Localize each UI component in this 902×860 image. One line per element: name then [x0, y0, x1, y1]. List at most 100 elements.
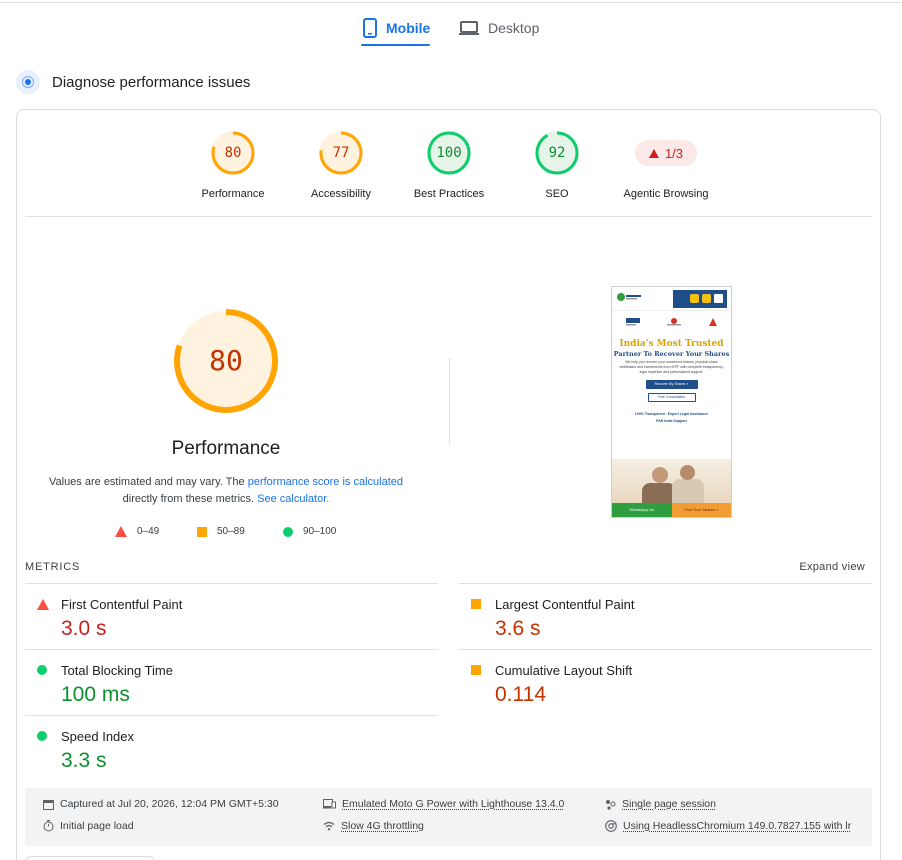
note-text: Values are estimated and may vary. The	[49, 476, 248, 488]
screenshot-cta-secondary: Free Consultation	[648, 393, 696, 402]
partner-logos	[612, 311, 731, 333]
mail-icon	[702, 294, 711, 303]
top-divider	[0, 2, 902, 3]
gauge-ring: 100	[426, 130, 472, 176]
screenshot-badge-1: 100% Transparent · Expert Legal Assistan…	[612, 410, 731, 418]
page-session-text: Single page session	[622, 798, 716, 810]
gauges-divider	[25, 216, 872, 217]
gauge-label: Accessibility	[286, 188, 396, 200]
legend-pass: 90–100	[283, 526, 336, 537]
metric-label: Total Blocking Time	[61, 663, 173, 678]
score-gauge-best-practices[interactable]: 100 Best Practices	[394, 130, 504, 200]
score-gauge-accessibility[interactable]: 77 Accessibility	[286, 130, 396, 200]
partner-logo-2	[667, 318, 681, 327]
screenshot-heading: India's Most Trusted	[612, 339, 731, 349]
circle-icon	[283, 527, 293, 537]
square-icon	[471, 599, 481, 609]
score-calculated-link[interactable]: performance score is calculated	[248, 476, 403, 488]
triangle-icon	[649, 149, 659, 158]
legend-pass-range: 90–100	[303, 526, 336, 537]
gauge-label: Best Practices	[394, 188, 504, 200]
captured-at: Captured at Jul 20, 2026, 12:04 PM GMT+5…	[43, 798, 279, 810]
score-gauge-performance[interactable]: 80 Performance	[178, 130, 288, 200]
diagnose-icon	[16, 70, 40, 94]
browser-version[interactable]: Using HeadlessChromium 149.0.7827.155 wi…	[605, 820, 851, 832]
screenshot-badge-2: PAN India Support	[612, 418, 731, 424]
gauge-ring: 92	[534, 130, 580, 176]
page-session[interactable]: Single page session	[605, 798, 716, 810]
triangle-icon	[115, 526, 127, 537]
legend-average-range: 50–89	[217, 526, 245, 537]
screenshot-subheading: Partner To Recover Your Shares	[612, 350, 731, 358]
circle-icon	[37, 731, 47, 741]
gauge-score: 77	[318, 130, 364, 176]
agentic-score-pill: 1/3	[635, 140, 697, 166]
metric-label: Cumulative Layout Shift	[495, 663, 632, 678]
bottom-panel-tab[interactable]	[25, 856, 155, 860]
tab-desktop[interactable]: Desktop	[458, 10, 539, 46]
chrome-icon	[605, 820, 617, 832]
screenshot-header-actions	[673, 290, 727, 308]
performance-score-large: 80	[171, 306, 281, 416]
triangle-icon	[37, 599, 49, 610]
metric-label: Largest Contentful Paint	[495, 597, 634, 612]
circle-icon	[37, 665, 47, 675]
metric-value: 3.6 s	[495, 617, 541, 641]
tab-mobile[interactable]: Mobile	[362, 10, 430, 46]
score-gauge-seo[interactable]: 92 SEO	[502, 130, 612, 200]
gauge-ring: 80	[210, 130, 256, 176]
metric-lcp: Largest Contentful Paint 3.6 s	[459, 583, 872, 649]
device-tabs: Mobile Desktop	[0, 10, 902, 50]
gauge-score: 80	[210, 130, 256, 176]
legend-fail-range: 0–49	[137, 526, 159, 537]
active-tab-indicator	[361, 44, 430, 46]
screenshot-badges: 100% Transparent · Expert Legal Assistan…	[612, 410, 731, 424]
devices-icon	[323, 799, 336, 809]
metric-cls: Cumulative Layout Shift 0.114	[459, 649, 872, 715]
site-logo	[616, 290, 642, 308]
metric-value: 100 ms	[61, 683, 130, 707]
score-gauge-agentic-browsing[interactable]: 1/3 Agentic Browsing	[611, 130, 721, 200]
calendar-icon	[43, 799, 54, 810]
screenshot-cta-primary: Recover My Shares »	[646, 380, 698, 389]
gauge-score: 92	[534, 130, 580, 176]
network-throttling[interactable]: Slow 4G throttling	[323, 820, 424, 832]
screenshot-body: We help you recover your unclaimed share…	[612, 358, 731, 375]
captured-at-text: Captured at Jul 20, 2026, 12:04 PM GMT+5…	[60, 798, 279, 810]
gauge-score: 100	[426, 130, 472, 176]
legend-fail: 0–49	[115, 526, 159, 537]
metric-si: Speed Index 3.3 s	[25, 715, 438, 781]
performance-note: Values are estimated and may vary. The p…	[47, 474, 405, 508]
metric-tbt: Total Blocking Time 100 ms	[25, 649, 438, 715]
phone-icon	[362, 18, 378, 38]
gauge-label: SEO	[502, 188, 612, 200]
metric-label: First Contentful Paint	[61, 597, 182, 612]
page-screenshot[interactable]: India's Most Trusted Partner To Recover …	[611, 286, 732, 518]
partner-logo-1	[626, 318, 640, 327]
note-text-2: directly from these metrics.	[123, 493, 257, 505]
performance-gauge-large: 80	[171, 306, 281, 416]
tab-mobile-label: Mobile	[386, 20, 430, 36]
session-icon	[605, 799, 616, 810]
screenshot-footer: WhatsApp Us Find Your Shares »	[612, 503, 731, 517]
performance-title: Performance	[127, 438, 325, 460]
gauge-ring: 77	[318, 130, 364, 176]
initial-load-text: Initial page load	[60, 820, 134, 832]
report-card: 80 Performance 77 Accessibility 100 Best Prac…	[16, 109, 881, 860]
emulated-device[interactable]: Emulated Moto G Power with Lighthouse 13…	[323, 798, 564, 810]
phone-call-icon	[690, 294, 699, 303]
metric-value: 0.114	[495, 683, 546, 707]
timer-icon	[43, 820, 54, 832]
gauge-label: Agentic Browsing	[611, 188, 721, 200]
square-icon	[471, 665, 481, 675]
tab-desktop-label: Desktop	[488, 20, 539, 36]
screenshot-photo	[612, 459, 731, 503]
diagnose-header: Diagnose performance issues	[16, 70, 250, 94]
expand-view-button[interactable]: Expand view	[799, 561, 865, 573]
network-throttling-text: Slow 4G throttling	[341, 820, 424, 832]
initial-load: Initial page load	[43, 820, 134, 832]
square-icon	[197, 527, 207, 537]
see-calculator-link[interactable]: See calculator.	[257, 493, 329, 505]
metrics-heading: METRICS	[25, 561, 80, 573]
metric-value: 3.3 s	[61, 749, 107, 773]
